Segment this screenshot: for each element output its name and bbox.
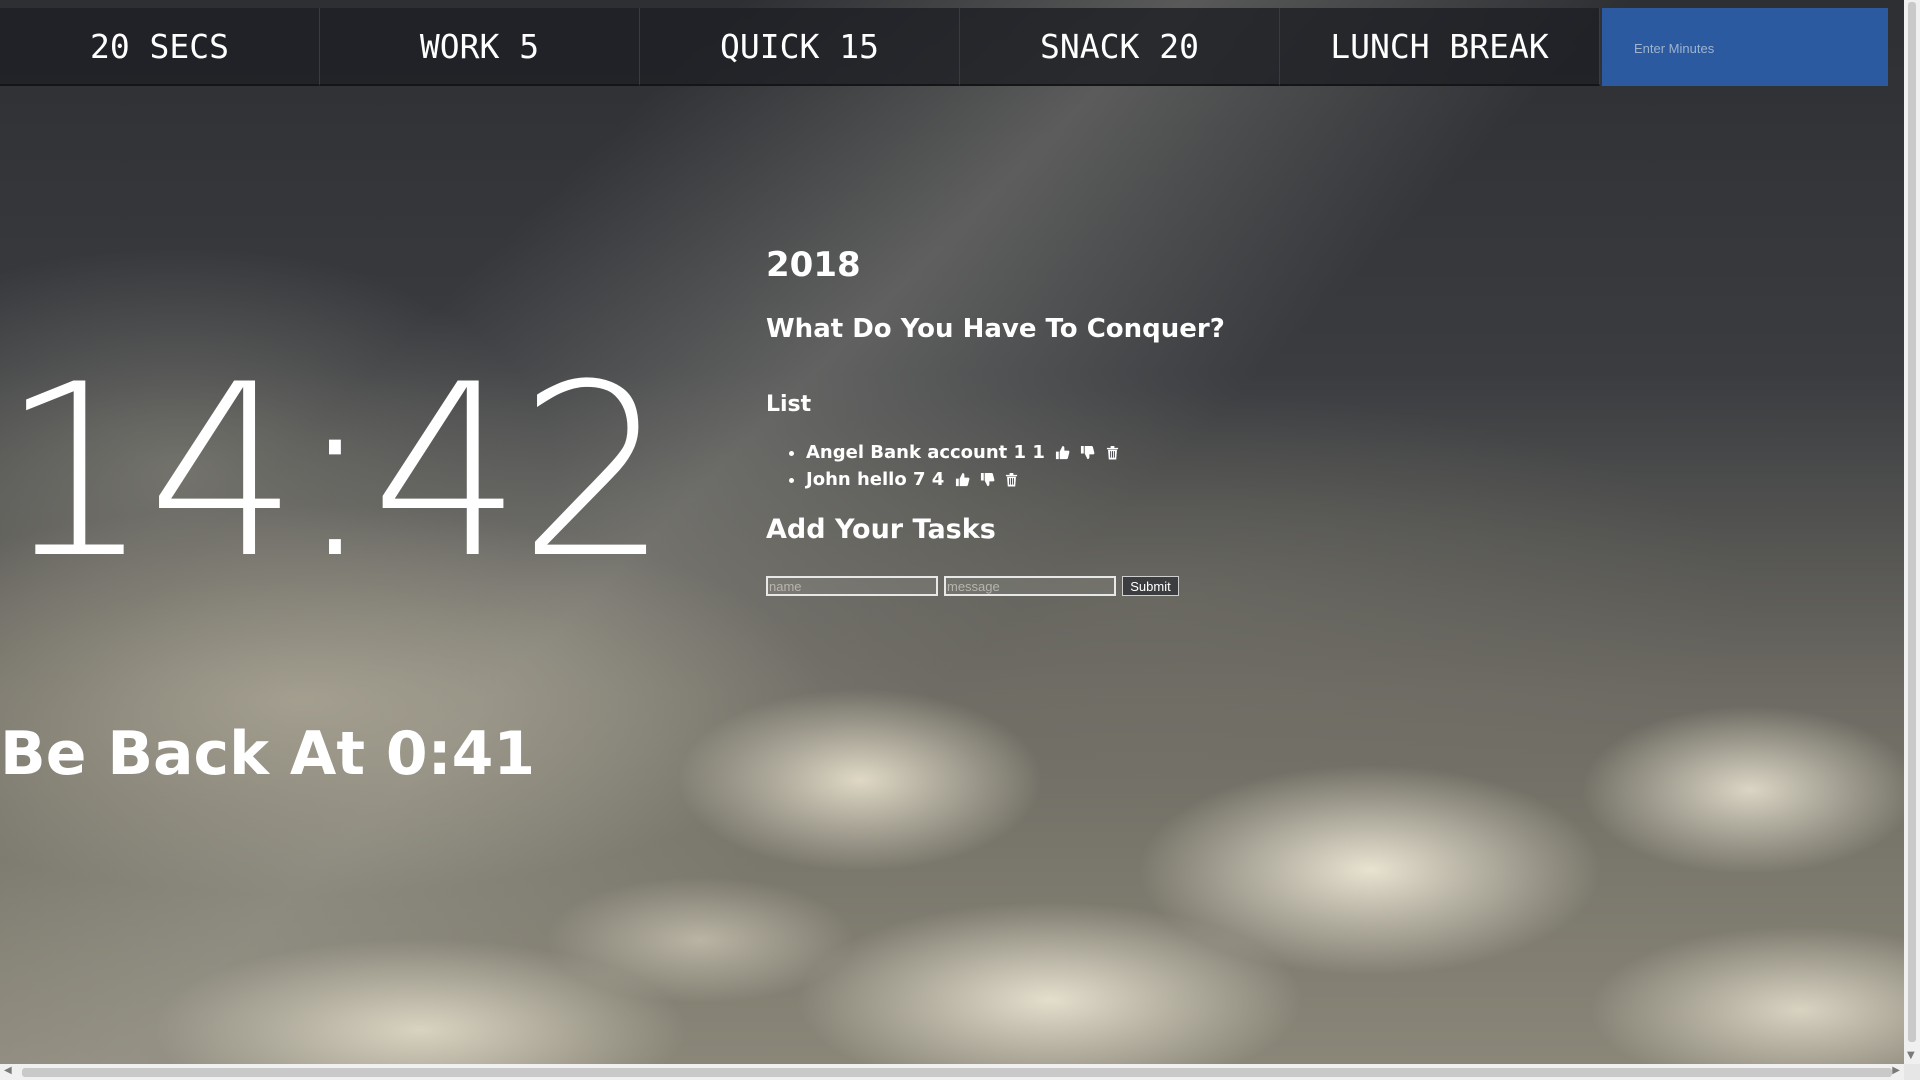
task-text: Angel Bank account 1 1	[806, 442, 1045, 463]
thumbs-down-icon[interactable]	[1080, 442, 1095, 467]
scroll-left-arrow-icon[interactable]: ◀	[4, 1065, 12, 1076]
horizontal-scrollbar[interactable]: ◀ ▶	[0, 1064, 1904, 1080]
vertical-scrollbar[interactable]: ▼	[1904, 0, 1920, 1064]
enter-minutes-input[interactable]	[1632, 36, 1866, 60]
trash-icon[interactable]	[1005, 469, 1018, 494]
timer-nav: 20 SECS WORK 5 QUICK 15 SNACK 20 LUNCH B…	[0, 8, 1600, 86]
custom-minutes-box	[1602, 8, 1888, 86]
message-input[interactable]	[944, 576, 1116, 596]
add-task-form: Submit	[766, 576, 1179, 596]
year-heading: 2018	[766, 245, 861, 285]
thumbs-up-icon[interactable]	[955, 469, 970, 494]
scroll-down-arrow-icon[interactable]: ▼	[1907, 1050, 1915, 1062]
back-at-text: Be Back At 0:41	[0, 719, 536, 789]
preset-lunch-break-button[interactable]: LUNCH BREAK	[1280, 8, 1600, 86]
list-item: John hello 7 4	[806, 467, 1119, 494]
task-list: Angel Bank account 1 1 John hello 7 4	[766, 440, 1119, 494]
scroll-right-arrow-icon[interactable]: ▶	[1892, 1065, 1900, 1076]
trash-icon[interactable]	[1106, 442, 1119, 467]
conquer-heading: What Do You Have To Conquer?	[766, 314, 1225, 344]
task-text: John hello 7 4	[806, 469, 945, 490]
time-display: 14:42	[0, 334, 670, 611]
preset-quick-15-button[interactable]: QUICK 15	[640, 8, 960, 86]
horizontal-scroll-thumb[interactable]	[22, 1068, 1892, 1077]
list-item: Angel Bank account 1 1	[806, 440, 1119, 467]
preset-snack-20-button[interactable]: SNACK 20	[960, 8, 1280, 86]
preset-20-secs-button[interactable]: 20 SECS	[0, 8, 320, 86]
tasks-panel: 2018 What Do You Have To Conquer? List A…	[766, 240, 1225, 596]
add-tasks-heading: Add Your Tasks	[766, 514, 996, 545]
thumbs-down-icon[interactable]	[980, 469, 995, 494]
preset-work-5-button[interactable]: WORK 5	[320, 8, 640, 86]
submit-button[interactable]: Submit	[1122, 576, 1179, 596]
thumbs-up-icon[interactable]	[1055, 442, 1070, 467]
vertical-scroll-thumb[interactable]	[1908, 2, 1916, 1042]
name-input[interactable]	[766, 576, 938, 596]
list-heading: List	[766, 392, 812, 417]
scrollbar-corner	[1904, 1064, 1920, 1080]
